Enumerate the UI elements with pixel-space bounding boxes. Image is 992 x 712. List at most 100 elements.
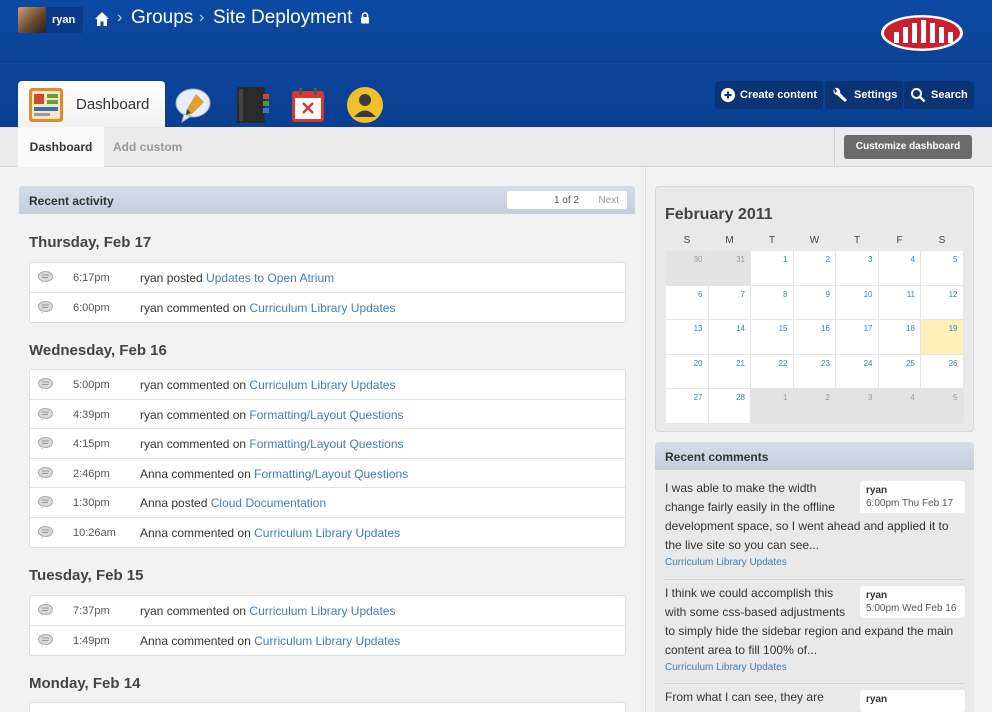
activity-link[interactable]: Curriculum Library Updates xyxy=(249,301,395,315)
calendar-day[interactable]: 14 xyxy=(708,320,751,355)
subtab-dashboard[interactable]: Dashboard xyxy=(18,127,104,167)
comment-meta: ryan 6:00pm Thu Feb 17 xyxy=(860,481,965,513)
settings-label[interactable]: Settings xyxy=(854,89,897,101)
calendar-day[interactable]: 11 xyxy=(878,285,921,320)
activity-text: Anna posted Cloud Documentation xyxy=(140,496,326,510)
activity-link[interactable]: Curriculum Library Updates xyxy=(254,634,400,648)
activity-text: ryan commented on Formatting/Layout Ques… xyxy=(140,437,404,451)
activity-text: ryan commented on Curriculum Library Upd… xyxy=(140,301,395,315)
comment-author[interactable]: ryan xyxy=(866,484,959,497)
activity-text: ryan posted Updates to Open Atrium xyxy=(140,271,334,285)
calendar-day[interactable]: 17 xyxy=(836,320,879,355)
divider xyxy=(664,579,964,580)
logo[interactable] xyxy=(880,14,964,52)
breadcrumb-site-deployment[interactable]: Site Deployment xyxy=(213,7,352,29)
calendar-title: February 2011 xyxy=(665,206,773,223)
calendar-day[interactable]: 28 xyxy=(708,389,751,424)
activity-actor[interactable]: Anna xyxy=(140,526,168,540)
activity-actor[interactable]: ryan xyxy=(140,437,163,451)
calendar-day[interactable]: 6 xyxy=(666,285,709,320)
calendar-day[interactable]: 18 xyxy=(878,320,921,355)
user-name[interactable]: ryan xyxy=(52,14,75,26)
activity-link[interactable]: Cloud Documentation xyxy=(211,496,326,510)
calendar-day[interactable]: 16 xyxy=(793,320,836,355)
create-content-button[interactable]: Create content xyxy=(715,81,824,109)
activity-actor[interactable]: ryan xyxy=(140,604,163,618)
tab-dashboard[interactable]: Dashboard xyxy=(18,81,165,128)
avatar[interactable] xyxy=(18,7,46,33)
comment-author[interactable]: ryan xyxy=(866,693,959,706)
create-content-label[interactable]: Create content xyxy=(740,89,817,101)
activity-actor[interactable]: ryan xyxy=(140,378,163,392)
calendar-day[interactable]: 7 xyxy=(708,285,751,320)
calendar-day: 3 xyxy=(836,389,879,424)
calendar-icon[interactable] xyxy=(289,86,327,124)
calendar-day[interactable]: 21 xyxy=(708,354,751,389)
divider xyxy=(664,683,964,684)
tab-dashboard-label[interactable]: Dashboard xyxy=(76,96,149,113)
calendar-day[interactable]: 15 xyxy=(751,320,794,355)
calendar-day[interactable]: 2 xyxy=(793,251,836,286)
discussion-icon[interactable] xyxy=(174,86,212,124)
calendar-day[interactable]: 3 xyxy=(836,251,879,286)
calendar-day[interactable]: 10 xyxy=(836,285,879,320)
calendar-day[interactable]: 27 xyxy=(666,389,709,424)
weekday-label: S xyxy=(683,235,691,246)
calendar-day[interactable]: 9 xyxy=(793,285,836,320)
calendar-day[interactable]: 23 xyxy=(793,354,836,389)
calendar-day[interactable]: 26 xyxy=(921,354,964,389)
activity-verb: posted xyxy=(166,271,203,285)
user-badge[interactable]: ryan xyxy=(18,7,84,33)
calendar-day[interactable]: 4 xyxy=(878,251,921,286)
activity-verb: commented on xyxy=(171,633,251,648)
pager-count: 1 of 2 xyxy=(553,195,579,206)
activity-link[interactable]: Curriculum Library Updates xyxy=(249,604,395,618)
activity-verb: commented on xyxy=(171,525,251,540)
home-icon[interactable] xyxy=(94,11,110,27)
search-icon xyxy=(911,88,926,103)
pager-next-link[interactable]: Next xyxy=(598,195,619,206)
activity-actor[interactable]: Anna xyxy=(140,467,168,481)
activity-link[interactable]: Formatting/Layout Questions xyxy=(249,408,403,422)
calendar-day[interactable]: 1 xyxy=(751,251,794,286)
activity-row: 5:00pm ryan commented on Curriculum Libr… xyxy=(30,370,625,400)
calendar-day[interactable]: 8 xyxy=(751,285,794,320)
recent-comments-title: Recent comments xyxy=(665,450,769,464)
customize-dashboard-button[interactable]: Customize dashboard xyxy=(844,135,972,159)
calendar-day[interactable]: 22 xyxy=(751,354,794,389)
search-button[interactable]: Search xyxy=(904,81,974,109)
activity-list: 6:17pm ryan posted Updates to Open Atriu… xyxy=(29,262,626,323)
subtab-add-custom[interactable]: Add custom xyxy=(113,127,182,167)
activity-link[interactable]: Curriculum Library Updates xyxy=(249,378,395,392)
settings-button[interactable]: Settings xyxy=(825,81,904,109)
activity-actor[interactable]: ryan xyxy=(140,408,163,422)
breadcrumb-groups[interactable]: Groups xyxy=(131,7,193,29)
search-label[interactable]: Search xyxy=(931,89,968,101)
comment-meta: ryan xyxy=(860,690,965,712)
activity-link[interactable]: Formatting/Layout Questions xyxy=(254,467,408,481)
activity-actor[interactable]: ryan xyxy=(140,271,163,285)
activity-time: 5:00pm xyxy=(73,379,110,391)
activity-verb: commented on xyxy=(171,466,251,481)
calendar-day[interactable]: 20 xyxy=(666,354,709,389)
activity-link[interactable]: Formatting/Layout Questions xyxy=(249,437,403,451)
calendar-day[interactable]: 24 xyxy=(836,354,879,389)
wrench-icon xyxy=(833,87,847,102)
comment-link[interactable]: Curriculum Library Updates xyxy=(665,557,965,568)
calendar-day[interactable]: 25 xyxy=(878,354,921,389)
comment-item: ryan 6:00pm Thu Feb 17 I was able to mak… xyxy=(665,479,965,568)
calendar-day[interactable]: 13 xyxy=(666,320,709,355)
comment-author[interactable]: ryan xyxy=(866,589,959,602)
activity-actor[interactable]: ryan xyxy=(140,301,163,315)
calendar-day[interactable]: 12 xyxy=(921,285,964,320)
calendar-day[interactable]: 19 xyxy=(921,320,964,355)
activity-actor[interactable]: Anna xyxy=(140,496,168,510)
activity-actor[interactable]: Anna xyxy=(140,634,168,648)
activity-link[interactable]: Updates to Open Atrium xyxy=(206,271,334,285)
calendar-day[interactable]: 5 xyxy=(921,251,964,286)
profile-icon[interactable] xyxy=(346,86,384,124)
comment-date: 6:00pm Thu Feb 17 xyxy=(866,498,954,509)
notebook-icon[interactable] xyxy=(233,86,271,124)
comment-link[interactable]: Curriculum Library Updates xyxy=(665,662,965,673)
activity-link[interactable]: Curriculum Library Updates xyxy=(254,526,400,540)
